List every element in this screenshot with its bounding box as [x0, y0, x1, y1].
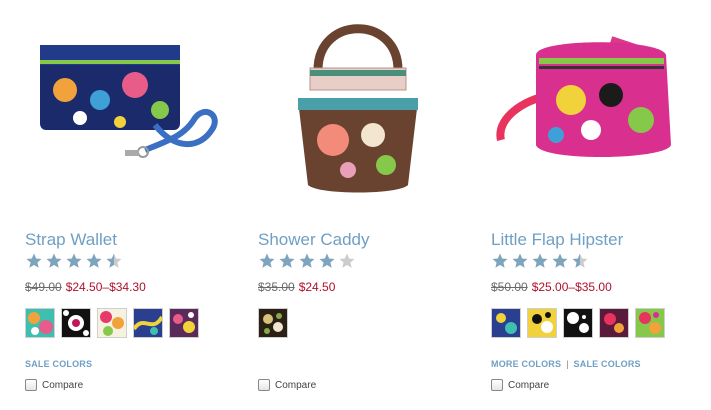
- color-swatch[interactable]: [133, 308, 163, 338]
- product-title[interactable]: Shower Caddy: [258, 230, 370, 250]
- color-swatch[interactable]: [61, 308, 91, 338]
- color-swatches: [258, 308, 288, 338]
- product-title[interactable]: Little Flap Hipster: [491, 230, 623, 250]
- compare-control[interactable]: Compare: [25, 379, 83, 391]
- sale-price: $24.50: [298, 280, 336, 294]
- star-filled-icon: [299, 253, 315, 268]
- product-links: MORE COLORS | SALE COLORS: [491, 359, 641, 369]
- color-swatch[interactable]: [25, 308, 55, 338]
- star-filled-icon: [46, 253, 62, 268]
- price: $35.00 $24.50: [258, 280, 335, 294]
- link-separator: |: [566, 359, 569, 369]
- product-card-strap-wallet: Strap Wallet $49.00 $24.50–$34.30 SALE CO…: [25, 0, 245, 410]
- star-filled-icon: [552, 253, 568, 268]
- color-swatch[interactable]: [527, 308, 557, 338]
- product-links: SALE COLORS: [25, 359, 92, 369]
- color-swatches: [491, 308, 665, 338]
- compare-label: Compare: [508, 379, 550, 391]
- sale-price: $25.00–$35.00: [531, 280, 612, 294]
- star-half-icon: [106, 253, 122, 268]
- color-swatch[interactable]: [635, 308, 665, 338]
- color-swatch[interactable]: [97, 308, 127, 338]
- compare-checkbox[interactable]: [25, 379, 37, 391]
- star-half-icon: [572, 253, 588, 268]
- color-swatch[interactable]: [563, 308, 593, 338]
- star-rating: [25, 252, 123, 272]
- color-swatch[interactable]: [258, 308, 288, 338]
- price: $50.00 $25.00–$35.00: [491, 280, 612, 294]
- compare-checkbox[interactable]: [491, 379, 503, 391]
- compare-control[interactable]: Compare: [491, 379, 549, 391]
- product-card-little-flap-hipster: Little Flap Hipster $50.00 $25.00–$35.00 …: [491, 0, 711, 410]
- sale-colors-link[interactable]: SALE COLORS: [25, 359, 92, 369]
- original-price: $50.00: [491, 280, 528, 294]
- star-filled-icon: [512, 253, 528, 268]
- star-filled-icon: [532, 253, 548, 268]
- star-empty-icon: [339, 253, 355, 268]
- product-card-shower-caddy: Shower Caddy $35.00 $24.50 Compare: [258, 0, 478, 410]
- star-filled-icon: [66, 253, 82, 268]
- star-filled-icon: [26, 253, 42, 268]
- star-filled-icon: [279, 253, 295, 268]
- color-swatches: [25, 308, 199, 338]
- sale-colors-link[interactable]: SALE COLORS: [574, 359, 641, 369]
- star-filled-icon: [492, 253, 508, 268]
- original-price: $35.00: [258, 280, 295, 294]
- compare-label: Compare: [42, 379, 84, 391]
- star-filled-icon: [86, 253, 102, 268]
- product-image-little-flap-hipster[interactable]: [491, 0, 691, 205]
- sale-price: $24.50–$34.30: [65, 280, 146, 294]
- more-colors-link[interactable]: MORE COLORS: [491, 359, 561, 369]
- color-swatch[interactable]: [599, 308, 629, 338]
- price: $49.00 $24.50–$34.30: [25, 280, 146, 294]
- star-rating: [491, 252, 589, 272]
- star-filled-icon: [259, 253, 275, 268]
- compare-control[interactable]: Compare: [258, 379, 316, 391]
- product-image-shower-caddy[interactable]: [258, 0, 458, 205]
- product-image-strap-wallet[interactable]: [25, 0, 225, 205]
- compare-checkbox[interactable]: [258, 379, 270, 391]
- star-rating: [258, 252, 356, 272]
- color-swatch[interactable]: [169, 308, 199, 338]
- compare-label: Compare: [275, 379, 317, 391]
- color-swatch[interactable]: [491, 308, 521, 338]
- original-price: $49.00: [25, 280, 62, 294]
- star-filled-icon: [319, 253, 335, 268]
- product-title[interactable]: Strap Wallet: [25, 230, 117, 250]
